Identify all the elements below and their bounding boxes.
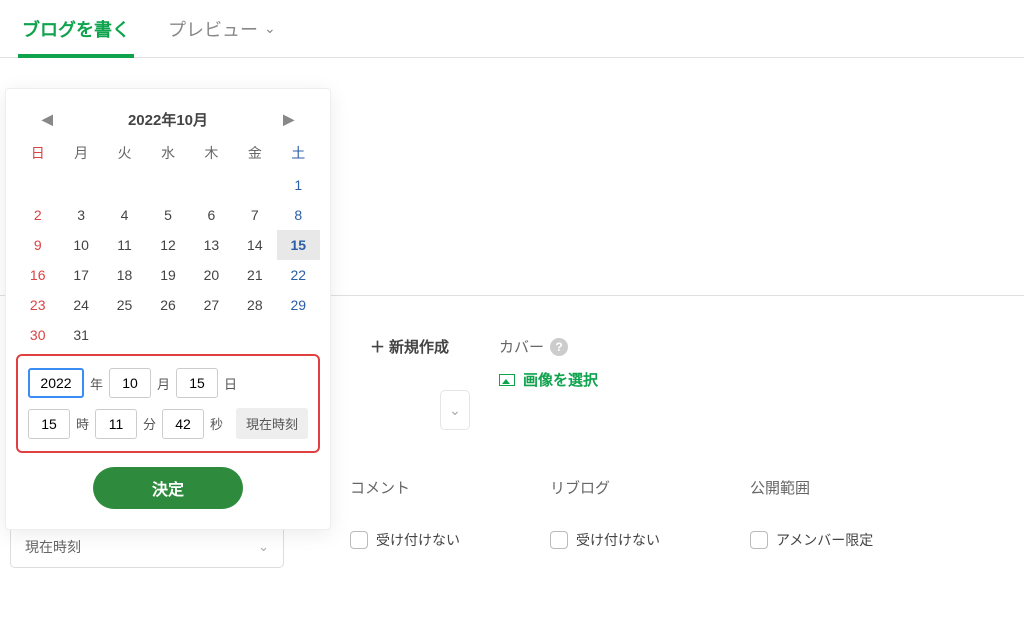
- calendar-day[interactable]: 20: [190, 260, 233, 290]
- calendar-day[interactable]: 6: [190, 200, 233, 230]
- calendar-day: [103, 170, 146, 200]
- calendar-title: 2022年10月: [128, 109, 208, 130]
- calendar-day[interactable]: 22: [277, 260, 320, 290]
- dow-mon: 月: [59, 140, 102, 170]
- minute-unit: 分: [143, 414, 156, 433]
- comment-checkbox[interactable]: [350, 531, 368, 549]
- month-input[interactable]: [109, 368, 151, 398]
- help-icon[interactable]: ?: [550, 338, 568, 356]
- image-icon: [499, 374, 515, 386]
- datetime-highlight-box: 年 月 日 時 分 秒 現在時刻: [16, 354, 320, 453]
- calendar-day[interactable]: 28: [233, 290, 276, 320]
- new-create-label: 新規作成: [389, 336, 449, 357]
- calendar-day[interactable]: 17: [59, 260, 102, 290]
- calendar-day[interactable]: 29: [277, 290, 320, 320]
- plus-icon: ＋: [370, 336, 385, 357]
- current-time-button[interactable]: 現在時刻: [236, 408, 308, 439]
- hour-input[interactable]: [28, 409, 70, 439]
- prev-month-button[interactable]: ◀: [36, 107, 59, 132]
- dow-wed: 水: [146, 140, 189, 170]
- calendar-day[interactable]: 11: [103, 230, 146, 260]
- time-dropdown[interactable]: 現在時刻 ⌄: [10, 526, 284, 568]
- calendar-day: [233, 320, 276, 350]
- dow-thu: 木: [190, 140, 233, 170]
- dow-tue: 火: [103, 140, 146, 170]
- day-unit: 日: [224, 374, 237, 393]
- calendar-day[interactable]: 3: [59, 200, 102, 230]
- new-create-button[interactable]: ＋ 新規作成: [370, 336, 449, 357]
- tab-write[interactable]: ブログを書く: [18, 0, 134, 58]
- chevron-down-icon: ⌄: [258, 539, 269, 555]
- dow-sat: 土: [277, 140, 320, 170]
- calendar-day[interactable]: 1: [277, 170, 320, 200]
- calendar-day[interactable]: 13: [190, 230, 233, 260]
- month-unit: 月: [157, 374, 170, 393]
- calendar-day[interactable]: 12: [146, 230, 189, 260]
- calendar-day[interactable]: 26: [146, 290, 189, 320]
- minute-input[interactable]: [95, 409, 137, 439]
- year-unit: 年: [90, 374, 103, 393]
- calendar-day[interactable]: 16: [16, 260, 59, 290]
- dow-sun: 日: [16, 140, 59, 170]
- time-dropdown-value: 現在時刻: [25, 537, 81, 557]
- calendar-day[interactable]: 8: [277, 200, 320, 230]
- calendar-day[interactable]: 7: [233, 200, 276, 230]
- calendar-day[interactable]: 2: [16, 200, 59, 230]
- calendar-day[interactable]: 18: [103, 260, 146, 290]
- next-month-button[interactable]: ▶: [277, 107, 300, 132]
- reblog-label: リブログ: [550, 477, 700, 498]
- calendar-day[interactable]: 19: [146, 260, 189, 290]
- calendar-day: [190, 170, 233, 200]
- dropdown-chevron[interactable]: ⌄: [440, 390, 470, 430]
- scope-amember: アメンバー限定: [776, 530, 873, 550]
- calendar-grid: 日 月 火 水 木 金 土 12345678910111213141516171…: [16, 140, 320, 350]
- calendar-day: [277, 320, 320, 350]
- scope-checkbox[interactable]: [750, 531, 768, 549]
- calendar-day[interactable]: 25: [103, 290, 146, 320]
- date-picker: ◀ 2022年10月 ▶ 日 月 火 水 木 金 土 1234567891011…: [5, 88, 331, 530]
- select-image-label: 画像を選択: [523, 369, 598, 390]
- reblog-not-accept: 受け付けない: [576, 530, 660, 550]
- calendar-day[interactable]: 27: [190, 290, 233, 320]
- scope-label: 公開範囲: [750, 477, 900, 498]
- hour-unit: 時: [76, 414, 89, 433]
- tab-preview[interactable]: プレビュー ⌄: [164, 0, 280, 58]
- calendar-day[interactable]: 21: [233, 260, 276, 290]
- calendar-day[interactable]: 23: [16, 290, 59, 320]
- second-unit: 秒: [210, 414, 223, 433]
- calendar-day: [190, 320, 233, 350]
- calendar-day[interactable]: 30: [16, 320, 59, 350]
- calendar-day[interactable]: 31: [59, 320, 102, 350]
- cover-label: カバー: [499, 336, 544, 357]
- day-input[interactable]: [176, 368, 218, 398]
- calendar-day: [16, 170, 59, 200]
- calendar-day[interactable]: 5: [146, 200, 189, 230]
- calendar-day[interactable]: 24: [59, 290, 102, 320]
- dow-fri: 金: [233, 140, 276, 170]
- calendar-day[interactable]: 9: [16, 230, 59, 260]
- calendar-day[interactable]: 4: [103, 200, 146, 230]
- chevron-down-icon: ⌄: [264, 20, 276, 37]
- calendar-day: [146, 170, 189, 200]
- calendar-day: [59, 170, 102, 200]
- calendar-day[interactable]: 15: [277, 230, 320, 260]
- calendar-day: [103, 320, 146, 350]
- calendar-day: [233, 170, 276, 200]
- select-image-button[interactable]: 画像を選択: [499, 369, 649, 390]
- reblog-checkbox[interactable]: [550, 531, 568, 549]
- calendar-day: [146, 320, 189, 350]
- confirm-button[interactable]: 決定: [93, 467, 243, 509]
- calendar-day[interactable]: 14: [233, 230, 276, 260]
- year-input[interactable]: [28, 368, 84, 398]
- comment-label: コメント: [350, 477, 500, 498]
- tab-preview-label: プレビュー: [168, 16, 258, 42]
- second-input[interactable]: [162, 409, 204, 439]
- comment-not-accept: 受け付けない: [376, 530, 460, 550]
- calendar-day[interactable]: 10: [59, 230, 102, 260]
